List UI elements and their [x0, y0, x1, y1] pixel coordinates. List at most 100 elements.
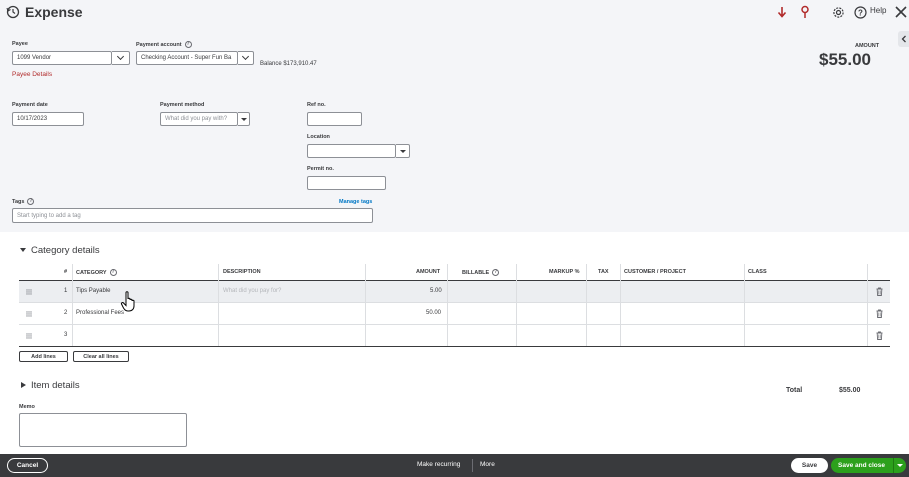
- row-amount[interactable]: 50.00: [426, 310, 441, 316]
- clear-all-lines-button[interactable]: Clear all lines: [73, 351, 129, 362]
- column-divider: [516, 264, 517, 346]
- drag-handle-icon[interactable]: [26, 289, 32, 295]
- col-markup: MARKUP %: [549, 269, 580, 275]
- col-num: #: [64, 269, 68, 275]
- payment-method-dropdown-button[interactable]: [238, 112, 250, 126]
- column-divider: [620, 264, 621, 346]
- permit-no-label: Permit no.: [307, 166, 334, 172]
- ref-no-input[interactable]: [307, 112, 362, 126]
- trash-icon[interactable]: [876, 331, 883, 340]
- table-header: # CATEGORY? DESCRIPTION AMOUNT BILLABLE?…: [19, 264, 890, 281]
- footer-divider: [472, 459, 473, 472]
- col-description: DESCRIPTION: [223, 269, 261, 275]
- column-divider: [72, 264, 73, 346]
- help-circle-icon[interactable]: ?: [492, 269, 500, 276]
- payment-method-label: Payment method: [160, 102, 205, 108]
- hand-cursor-icon: [120, 291, 135, 312]
- save-button[interactable]: Save: [791, 458, 828, 473]
- cancel-button[interactable]: Cancel: [7, 458, 48, 473]
- gear-icon[interactable]: [830, 4, 846, 20]
- location-pin-icon[interactable]: [797, 4, 813, 20]
- col-billable: BILLABLE?: [462, 269, 500, 276]
- trash-icon[interactable]: [876, 287, 883, 296]
- save-and-close-button[interactable]: Save and close: [831, 458, 906, 473]
- transaction-header-area: [0, 0, 909, 232]
- row-category[interactable]: Tips Payable: [76, 288, 110, 294]
- tags-label: Tags?: [12, 198, 35, 205]
- close-icon[interactable]: [893, 4, 909, 20]
- payment-date-input[interactable]: 10/17/2023: [12, 112, 84, 126]
- help-icon[interactable]: ?: [852, 4, 868, 20]
- column-divider: [218, 264, 219, 346]
- ref-no-label: Ref no.: [307, 102, 326, 108]
- caret-down-icon: [240, 117, 247, 121]
- help-circle-icon[interactable]: ?: [184, 41, 192, 48]
- trash-icon[interactable]: [876, 309, 883, 318]
- help-circle-icon[interactable]: ?: [27, 198, 35, 205]
- payee-dropdown-button[interactable]: [112, 51, 130, 65]
- sidebar-collapse-tab[interactable]: [898, 31, 909, 47]
- permit-no-input[interactable]: [307, 176, 386, 190]
- column-divider: [365, 264, 366, 346]
- expand-triangle-icon[interactable]: [21, 382, 26, 388]
- recent-transactions-icon[interactable]: [6, 5, 20, 19]
- help-circle-icon[interactable]: ?: [109, 269, 117, 276]
- payment-account-dropdown-button[interactable]: [238, 51, 254, 65]
- location-dropdown-button[interactable]: [396, 144, 410, 158]
- amount-total: $55.00: [819, 50, 871, 69]
- caret-down-icon[interactable]: [897, 464, 903, 467]
- caret-down-icon: [399, 149, 406, 153]
- payment-date-label: Payment date: [12, 102, 48, 108]
- row-description[interactable]: What did you pay for?: [223, 288, 281, 294]
- payment-method-select[interactable]: What did you pay with?: [160, 112, 238, 126]
- table-row[interactable]: 1 Tips Payable What did you pay for? 5.0…: [19, 281, 890, 303]
- chevron-down-icon: [241, 52, 250, 61]
- help-label[interactable]: Help: [870, 6, 886, 15]
- memo-textarea[interactable]: [19, 413, 187, 447]
- collapse-triangle-icon[interactable]: [20, 247, 26, 253]
- manage-tags-link[interactable]: Manage tags: [339, 199, 372, 205]
- more-link[interactable]: More: [480, 461, 495, 468]
- location-select[interactable]: [307, 144, 396, 158]
- drag-handle-icon[interactable]: [26, 333, 32, 339]
- save-split-divider: [893, 458, 894, 473]
- column-divider: [447, 264, 448, 346]
- row-number: 1: [64, 288, 68, 294]
- total-value: $55.00: [839, 387, 861, 394]
- amount-label: AMOUNT: [855, 43, 880, 49]
- footer-bar: Cancel Make recurring More Save Save and…: [0, 454, 909, 477]
- location-label: Location: [307, 134, 330, 140]
- attachment-arrow-icon[interactable]: [774, 4, 790, 20]
- svg-text:?: ?: [858, 8, 863, 17]
- col-tax: TAX: [598, 269, 609, 275]
- chevron-left-icon: [901, 35, 906, 43]
- memo-label: Memo: [19, 404, 35, 410]
- column-divider: [586, 264, 587, 346]
- row-number: 2: [64, 310, 68, 316]
- payment-account-select[interactable]: Checking Account - Super Fun Ba: [136, 51, 238, 65]
- item-details-title[interactable]: Item details: [31, 380, 80, 391]
- title-bar: Expense ? Help: [0, 0, 909, 26]
- payee-label: Payee: [12, 41, 28, 47]
- make-recurring-link[interactable]: Make recurring: [417, 461, 460, 468]
- col-amount: AMOUNT: [416, 269, 441, 275]
- column-divider: [867, 264, 868, 346]
- column-divider: [744, 264, 745, 346]
- col-category: CATEGORY?: [76, 269, 117, 276]
- table-row[interactable]: 3: [19, 325, 890, 347]
- table-row[interactable]: 2 Professional Fees 50.00: [19, 303, 890, 325]
- category-details-title[interactable]: Category details: [31, 245, 100, 256]
- payment-account-label: Payment account?: [136, 41, 192, 48]
- payee-select[interactable]: 1099 Vendor: [12, 51, 112, 65]
- drag-handle-icon[interactable]: [26, 311, 32, 317]
- payee-details-link[interactable]: Payee Details: [12, 71, 52, 78]
- page-title: Expense: [25, 4, 83, 20]
- row-amount[interactable]: 5.00: [430, 288, 442, 294]
- chevron-down-icon: [116, 52, 125, 61]
- row-category[interactable]: Professional Fees: [76, 310, 124, 316]
- account-balance: Balance $173,910.47: [260, 61, 317, 67]
- col-customer-project: CUSTOMER / PROJECT: [624, 269, 686, 275]
- total-label: Total: [786, 387, 803, 394]
- tags-input[interactable]: Start typing to add a tag: [12, 208, 373, 223]
- add-lines-button[interactable]: Add lines: [19, 351, 68, 362]
